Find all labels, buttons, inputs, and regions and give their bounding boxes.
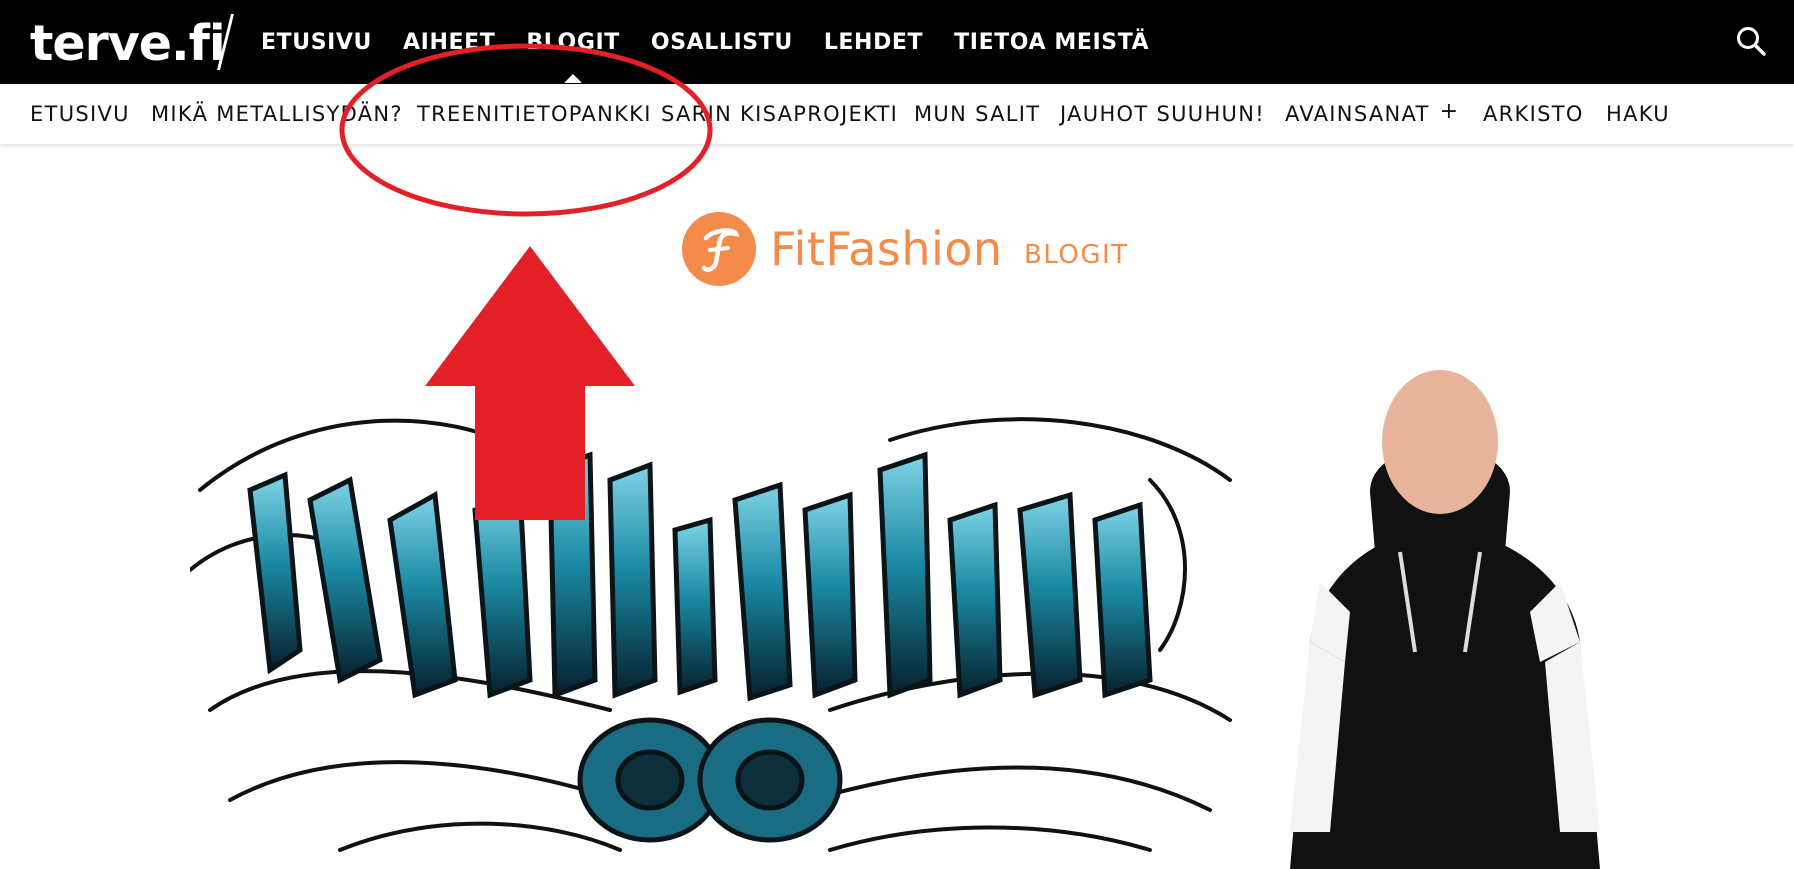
- nav-item-aiheet[interactable]: AIHEET: [403, 30, 495, 55]
- subnav-item-avainsanat-label: AVAINSANAT: [1285, 102, 1430, 126]
- subnav-item-arkisto[interactable]: ARKISTO: [1483, 102, 1584, 126]
- brand-name: FitFashion: [770, 222, 1003, 276]
- nav-item-etusivu[interactable]: ETUSIVU: [261, 30, 372, 55]
- subnav-item-treenitietopankki[interactable]: TREENITIETOPANKKI: [417, 102, 652, 126]
- fitfashion-f-icon: [682, 212, 756, 286]
- search-button[interactable]: [1734, 24, 1768, 58]
- nav-item-blogit[interactable]: BLOGIT: [526, 30, 620, 83]
- subnav-item-haku[interactable]: HAKU: [1606, 102, 1670, 126]
- metallisydan-logo-art: [190, 417, 1232, 852]
- subnav-item-sarin-kisaprojekti[interactable]: SARIN KISAPROJEKTI: [661, 102, 898, 126]
- search-icon: [1737, 27, 1766, 56]
- subnav-item-avainsanat[interactable]: AVAINSANAT +: [1285, 99, 1460, 127]
- expand-plus-icon[interactable]: +: [1440, 99, 1460, 124]
- site-logo[interactable]: terve.fi: [30, 14, 226, 74]
- brand-suffix: BLOGIT: [1024, 240, 1129, 270]
- blog-sub-nav: ETUSIVU MIKÄ METALLISYDÄN? TREENITIETOPA…: [0, 84, 1794, 144]
- subnav-item-jauhot-suuhun[interactable]: JAUHOT SUUHUN!: [1060, 102, 1265, 126]
- main-nav: ETUSIVU AIHEET BLOGIT OSALLISTU LEHDET T…: [261, 0, 1180, 84]
- nav-item-tietoa-meista[interactable]: TIETOA MEISTÄ: [954, 30, 1149, 55]
- nav-item-osallistu[interactable]: OSALLISTU: [651, 30, 793, 55]
- blogger-portrait: [1290, 370, 1600, 869]
- top-header-bar: terve.fi ETUSIVU AIHEET BLOGIT OSALLISTU…: [0, 0, 1794, 84]
- subnav-item-mika-metallisydan[interactable]: MIKÄ METALLISYDÄN?: [151, 102, 403, 126]
- subnav-item-mun-salit[interactable]: MUN SALIT: [914, 102, 1040, 126]
- nav-item-lehdet[interactable]: LEHDET: [824, 30, 923, 55]
- subnav-item-etusivu[interactable]: ETUSIVU: [30, 102, 130, 126]
